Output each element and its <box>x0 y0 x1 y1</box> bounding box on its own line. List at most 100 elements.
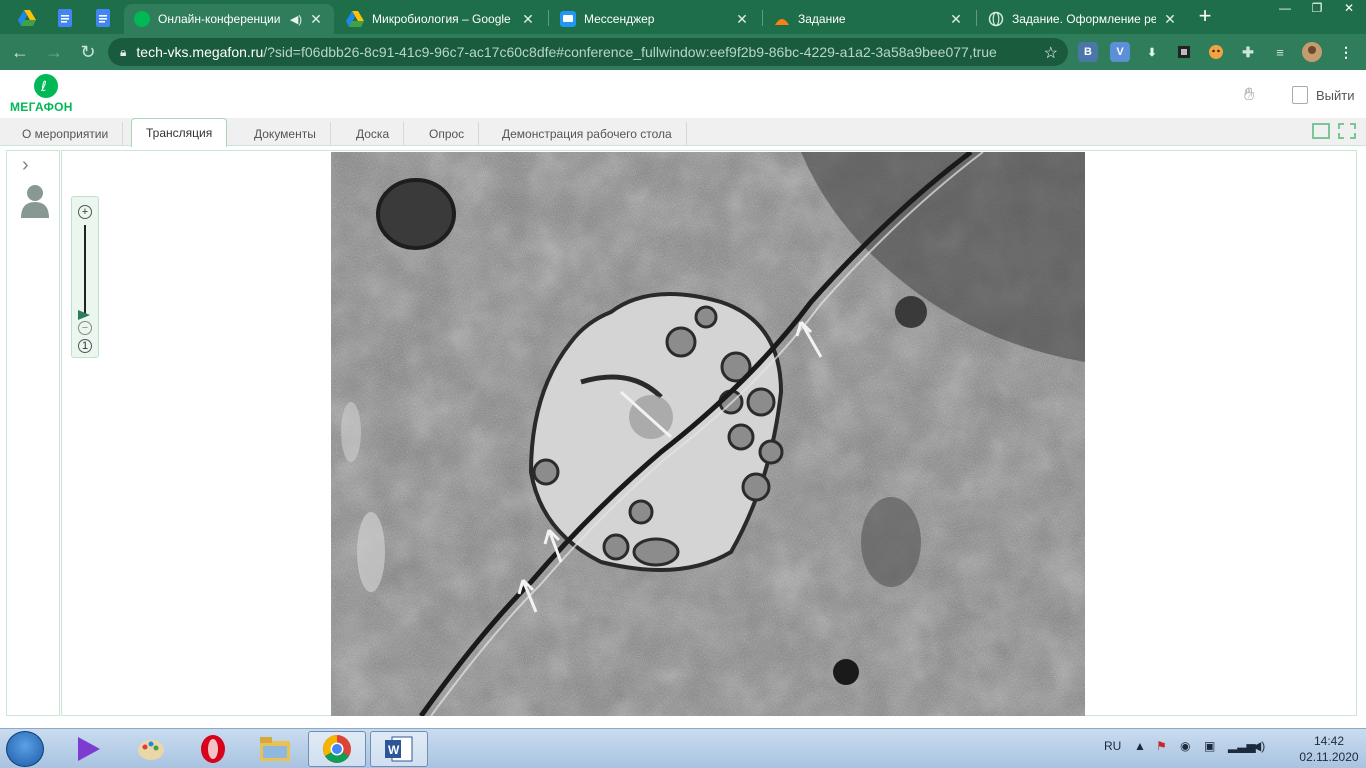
fullscreen-icon[interactable] <box>1338 123 1356 139</box>
tray-app-icon[interactable]: ◉ <box>1180 739 1190 753</box>
smiley-extension-icon[interactable] <box>1206 42 1226 62</box>
tab-title: Микробиология – Google Д <box>372 12 514 26</box>
tab-title: Мессенджер <box>584 12 655 26</box>
pinned-tab-google-drive[interactable] <box>10 4 44 32</box>
tab-about-event[interactable]: О мероприятии <box>8 122 124 146</box>
v-extension-icon[interactable]: V <box>1110 42 1130 62</box>
exit-icon <box>1292 86 1308 104</box>
show-hidden-icons-icon[interactable]: ▲ <box>1134 739 1146 753</box>
tab-online-conference[interactable]: Онлайн-конференции ◀) ✕ <box>124 4 334 34</box>
tab-assignment[interactable]: Задание ✕ <box>764 4 974 34</box>
paint-icon[interactable] <box>122 731 180 767</box>
action-center-icon[interactable]: ⚑ <box>1156 739 1167 753</box>
close-tab-icon[interactable]: ✕ <box>308 11 324 28</box>
participant-avatar-icon[interactable] <box>20 184 50 218</box>
svg-text:ℓ: ℓ <box>40 79 47 95</box>
windows-taskbar: W RU ▲ ⚑ ◉ ▣ ▂▃▅ ◀) 14:42 02.11.2020 <box>0 728 1366 768</box>
google-drive-icon <box>18 10 36 26</box>
clock-time: 14:42 <box>1313 734 1345 748</box>
app-header: ℓ МЕГАФОН ✋︎ Выйти <box>0 70 1366 118</box>
lock-icon[interactable]: 🔒︎ <box>120 45 126 60</box>
moodle-icon <box>775 19 789 25</box>
megafon-favicon-icon <box>134 11 150 27</box>
messenger-icon <box>560 11 576 27</box>
logo-mark-icon: ℓ <box>34 74 58 98</box>
exit-label: Выйти <box>1316 87 1355 103</box>
file-explorer-icon[interactable] <box>246 731 304 767</box>
browser-toolbar: ← → ↻ 🔒︎ tech-vks.megafon.ru/?sid=f06dbb… <box>0 34 1366 70</box>
tab-messenger[interactable]: Мессенджер ✕ <box>550 4 760 34</box>
forward-arrow-icon[interactable]: → <box>42 41 66 63</box>
chrome-icon[interactable] <box>308 731 366 767</box>
google-docs-icon <box>96 9 110 27</box>
restore-button[interactable]: ❐ <box>1302 0 1332 18</box>
zoom-out-button[interactable]: − <box>78 321 92 335</box>
tab-whiteboard[interactable]: Доска <box>342 122 405 146</box>
profile-avatar[interactable] <box>1302 42 1322 62</box>
menu-kebab-icon[interactable]: ⋮ <box>1336 42 1356 62</box>
tab-separator <box>762 10 763 26</box>
minimize-button[interactable]: — <box>1270 0 1300 18</box>
vk-extension-icon[interactable]: В <box>1078 42 1098 62</box>
word-icon[interactable]: W <box>370 731 428 767</box>
close-tab-icon[interactable]: ✕ <box>734 11 750 28</box>
browser-tab-strip: Онлайн-конференции ◀) ✕ Микробиология – … <box>0 0 1366 34</box>
zoom-reset-button[interactable]: 1 <box>78 339 92 353</box>
address-bar[interactable]: 🔒︎ tech-vks.megafon.ru/?sid=f06dbb26-8c9… <box>108 38 1068 66</box>
tab-documents[interactable]: Документы <box>240 122 331 146</box>
tab-title: Задание <box>798 12 846 26</box>
globe-icon <box>988 11 1004 27</box>
language-indicator[interactable]: RU <box>1104 739 1121 753</box>
svg-text:W: W <box>388 743 400 757</box>
raise-hand-icon[interactable]: ✋︎ <box>1244 84 1254 105</box>
clock-date: 02.11.2020 <box>1299 750 1359 764</box>
zoom-thumb[interactable] <box>78 310 90 320</box>
bookmark-star-icon[interactable]: ☆ <box>1044 43 1058 63</box>
back-arrow-icon[interactable]: ← <box>8 41 32 63</box>
zoom-slider[interactable]: + − 1 <box>71 196 99 358</box>
layout-controls <box>1312 123 1356 139</box>
tab-broadcast[interactable]: Трансляция <box>131 118 228 147</box>
megafon-logo[interactable]: ℓ МЕГАФОН <box>10 74 84 116</box>
speaker-icon[interactable]: ◀) <box>290 13 302 26</box>
split-layout-icon[interactable] <box>1312 123 1330 139</box>
tab-title: Онлайн-конференции <box>158 12 281 26</box>
pinned-tab-google-docs-2[interactable] <box>86 4 120 32</box>
zoom-track[interactable] <box>84 225 86 317</box>
box-extension-icon[interactable] <box>1174 42 1194 62</box>
tab-microbiology-drive[interactable]: Микробиология – Google Д ✕ <box>336 4 546 34</box>
close-tab-icon[interactable]: ✕ <box>520 11 536 28</box>
tab-separator <box>548 10 549 26</box>
download-icon[interactable]: ⬇ <box>1142 42 1162 62</box>
pinned-tab-google-docs-1[interactable] <box>48 4 82 32</box>
tab-separator <box>976 10 977 26</box>
exit-button[interactable]: Выйти <box>1292 86 1355 104</box>
start-button[interactable] <box>6 731 44 767</box>
url-path: /?sid=f06dbb26-8c91-41c9-96c7-ac17c60c8d… <box>263 44 997 60</box>
media-player-icon[interactable] <box>60 731 118 767</box>
tab-title: Задание. Оформление реф <box>1012 12 1156 26</box>
close-tab-icon[interactable]: ✕ <box>1162 11 1178 28</box>
tab-assignment-referat[interactable]: Задание. Оформление реф ✕ <box>978 4 1188 34</box>
google-docs-icon <box>58 9 72 27</box>
app-tab-bar: О мероприятии Трансляция Документы Доска… <box>0 118 1366 147</box>
close-tab-icon[interactable]: ✕ <box>948 11 964 28</box>
opera-icon[interactable] <box>184 731 242 767</box>
puzzle-extensions-icon[interactable]: ✚ <box>1238 42 1258 62</box>
participants-rail <box>6 150 60 716</box>
tab-screen-share[interactable]: Демонстрация рабочего стола <box>488 122 687 146</box>
reload-icon[interactable]: ↻ <box>76 41 100 63</box>
tab-poll[interactable]: Опрос <box>415 122 480 146</box>
url-domain: tech-vks.megafon.ru <box>136 44 264 60</box>
close-window-button[interactable]: ✕ <box>1334 0 1364 18</box>
volume-icon[interactable]: ◀) <box>1252 739 1265 753</box>
chevron-right-icon[interactable]: › <box>22 154 29 177</box>
google-drive-icon <box>346 11 364 27</box>
media-controls-icon[interactable]: ≡ <box>1270 42 1290 62</box>
microscopy-image <box>331 152 1085 716</box>
logo-text: МЕГАФОН <box>10 100 73 114</box>
new-tab-button[interactable]: + <box>1192 5 1218 29</box>
device-icon[interactable]: ▣ <box>1204 739 1215 753</box>
zoom-in-button[interactable]: + <box>78 205 92 219</box>
system-clock[interactable]: 14:42 02.11.2020 <box>1298 733 1360 765</box>
